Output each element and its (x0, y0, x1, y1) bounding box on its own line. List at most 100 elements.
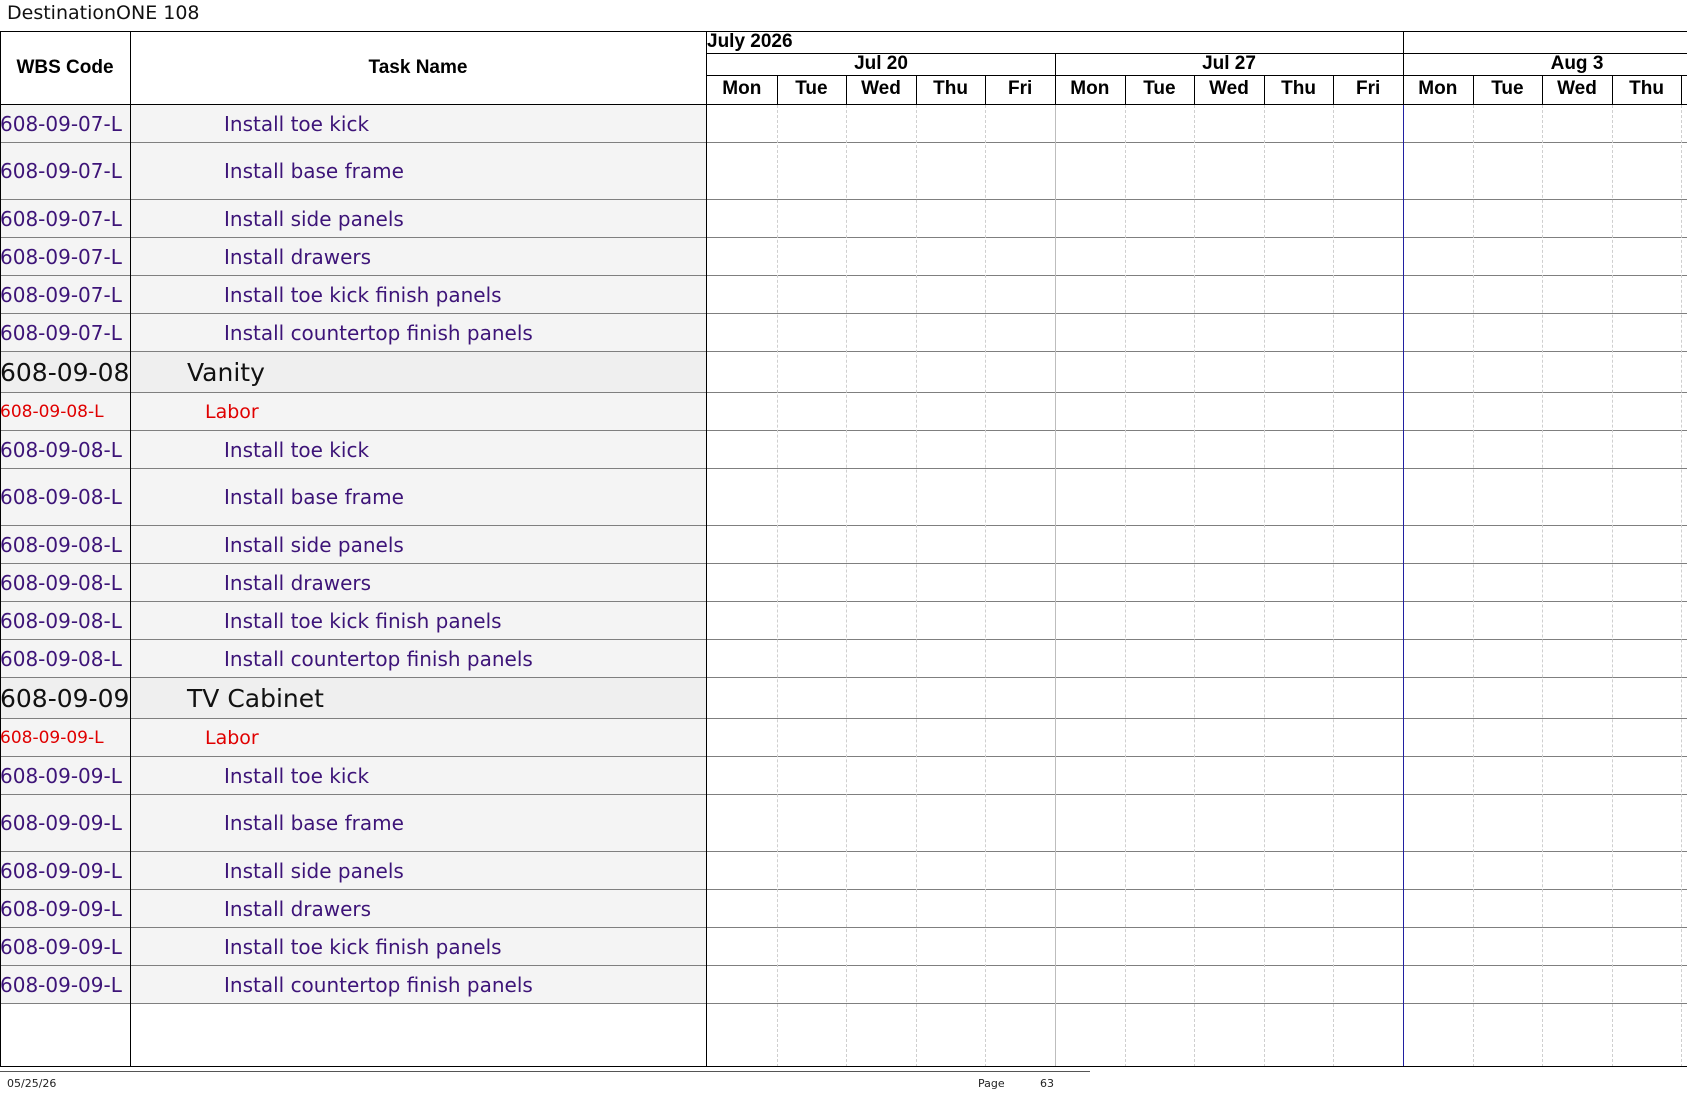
summary-row[interactable]: 608-09-09 TV Cabinet (0, 678, 1687, 719)
task-row[interactable]: 608-09-09-L 0 Install base frame (0, 795, 1687, 852)
wbs-code-cell: 608-09-09-L 0 (0, 763, 129, 788)
task-name-cell: Install toe kick finish panels (224, 608, 502, 633)
day-gridline (846, 105, 848, 1067)
wbs-code-cell: 608-09-08-L 0 (0, 437, 129, 462)
column-border (706, 31, 707, 1067)
gantt-sheet: 608-09-07-L 0 Install toe kick 608-09-07-L… (0, 31, 1687, 1067)
task-name-cell: Install base frame (224, 811, 404, 835)
task-name-cell: Install countertop finish panels (224, 646, 533, 671)
task-row[interactable]: 608-09-08-L 0 Install drawers (0, 564, 1687, 602)
day-separator (776, 75, 778, 104)
task-row[interactable]: 608-09-07-L 0 Install toe kick finish pan… (0, 276, 1687, 314)
column-header-task-name[interactable]: Task Name (130, 31, 706, 104)
day-separator (846, 75, 848, 104)
task-row[interactable]: 608-09-09-L 0 Install side panels (0, 852, 1687, 890)
task-name-cell: TV Cabinet (187, 683, 324, 713)
day-separator (1333, 75, 1335, 104)
task-row[interactable]: 608-09-09-L 0 Install toe kick finish pan… (0, 928, 1687, 966)
day-label: Mon (722, 77, 762, 99)
wbs-code-cell: 608-09-09-L 0 (0, 896, 129, 921)
month-separator (1403, 31, 1404, 53)
week-divider-line (1403, 105, 1404, 1067)
day-label: Mon (1070, 77, 1110, 99)
task-name-cell: Install countertop finish panels (224, 972, 533, 997)
day-label: Thu (1281, 77, 1316, 99)
day-label: Fri (1008, 77, 1033, 99)
task-row[interactable]: 608-09-07-L 0 Install countertop finish p… (0, 314, 1687, 352)
wbs-code-cell: 608-09-07-L 0 (0, 206, 129, 231)
task-name-cell: Install drawers (224, 244, 372, 269)
day-label: Thu (933, 77, 968, 99)
footer-divider (0, 1071, 1090, 1072)
day-separator (985, 75, 987, 104)
document-title: DestinationONE 108 (7, 2, 200, 24)
task-name-cell: Install toe kick (224, 763, 370, 788)
wbs-code-cell: 608-09-09-L 0 (0, 934, 129, 959)
header-rule (0, 104, 1687, 105)
day-label: Tue (1143, 77, 1176, 99)
header-rule (0, 31, 1687, 32)
day-gridline (1472, 105, 1474, 1067)
week-separator (1403, 53, 1404, 104)
day-label: Thu (1629, 77, 1664, 99)
task-name-cell: Install countertop finish panels (224, 320, 533, 345)
labor-row[interactable]: 608-09-08-L Labor (0, 393, 1687, 431)
task-row[interactable]: 608-09-07-L 0 Install drawers (0, 238, 1687, 276)
task-row[interactable]: 608-09-09-L 0 Install drawers (0, 890, 1687, 928)
week-label: Jul 27 (1202, 53, 1256, 74)
day-gridline (1681, 105, 1683, 1067)
wbs-code-cell: 608-09-07-L 0 (0, 282, 129, 307)
task-row[interactable]: 608-09-07-L 0 Install side panels (0, 200, 1687, 238)
wbs-code-cell: 608-09-08-L 0 (0, 646, 129, 671)
wbs-code-cell: 608-09-08-L (0, 401, 104, 422)
day-separator (1472, 75, 1474, 104)
task-row[interactable]: 608-09-08-L 0 Install countertop finish p… (0, 640, 1687, 678)
task-row[interactable]: 608-09-07-L 0 Install base frame (0, 143, 1687, 200)
footer-date: 05/25/26 (7, 1077, 57, 1090)
day-gridline (985, 105, 987, 1067)
week-separator (1055, 53, 1056, 104)
wbs-code-cell: 608-09-09 (0, 683, 129, 713)
day-gridline (1542, 105, 1544, 1067)
timeline-month: July 2026 (707, 31, 793, 52)
week-gridline (1055, 105, 1056, 1067)
week-label: Jul 20 (854, 53, 908, 74)
task-row[interactable]: 608-09-08-L 0 Install base frame (0, 469, 1687, 526)
day-gridline (1194, 105, 1196, 1067)
task-row[interactable]: 608-09-09-L 0 Install countertop finish p… (0, 966, 1687, 1004)
day-label: Wed (1209, 77, 1249, 99)
column-border (0, 31, 1, 1067)
task-name-cell: Install toe kick (224, 437, 370, 462)
day-gridline (1333, 105, 1335, 1067)
day-label: Tue (1491, 77, 1524, 99)
day-gridline (1611, 105, 1613, 1067)
labor-row[interactable]: 608-09-09-L Labor (0, 719, 1687, 757)
wbs-code-cell: 608-09-09-L 0 (0, 972, 129, 997)
day-gridline (1263, 105, 1265, 1067)
wbs-code-cell: 608-09-08-L 0 (0, 532, 129, 557)
task-row[interactable]: 608-09-08-L 0 Install side panels (0, 526, 1687, 564)
day-separator (1194, 75, 1196, 104)
footer-page-label: Page (978, 1077, 1005, 1090)
task-name-cell: Install toe kick finish panels (224, 934, 502, 959)
task-name-cell: Install side panels (224, 532, 404, 557)
day-label: Wed (861, 77, 901, 99)
day-separator (1124, 75, 1126, 104)
wbs-code-cell: 608-09-07-L 0 (0, 320, 129, 345)
task-name-cell: Install base frame (224, 159, 404, 183)
task-row[interactable]: 608-09-07-L 0 Install toe kick (0, 105, 1687, 143)
day-label: Tue (795, 77, 828, 99)
task-row[interactable]: 608-09-08-L 0 Install toe kick finish pan… (0, 602, 1687, 640)
wbs-code-cell: 608-09-09-L 0 (0, 858, 129, 883)
task-row[interactable]: 608-09-08-L 0 Install toe kick (0, 431, 1687, 469)
summary-row[interactable]: 608-09-08 Vanity (0, 352, 1687, 393)
wbs-code-cell: 608-09-09-L (0, 727, 104, 748)
task-name-cell: Install drawers (224, 896, 372, 921)
column-header-wbs-code[interactable]: WBS Code (0, 31, 130, 104)
task-name-cell: Install toe kick finish panels (224, 282, 502, 307)
wbs-code-cell: 608-09-08-L 0 (0, 608, 129, 633)
day-label: Fri (1356, 77, 1381, 99)
day-gridline (1124, 105, 1126, 1067)
day-label: Mon (1418, 77, 1458, 99)
task-row[interactable]: 608-09-09-L 0 Install toe kick (0, 757, 1687, 795)
